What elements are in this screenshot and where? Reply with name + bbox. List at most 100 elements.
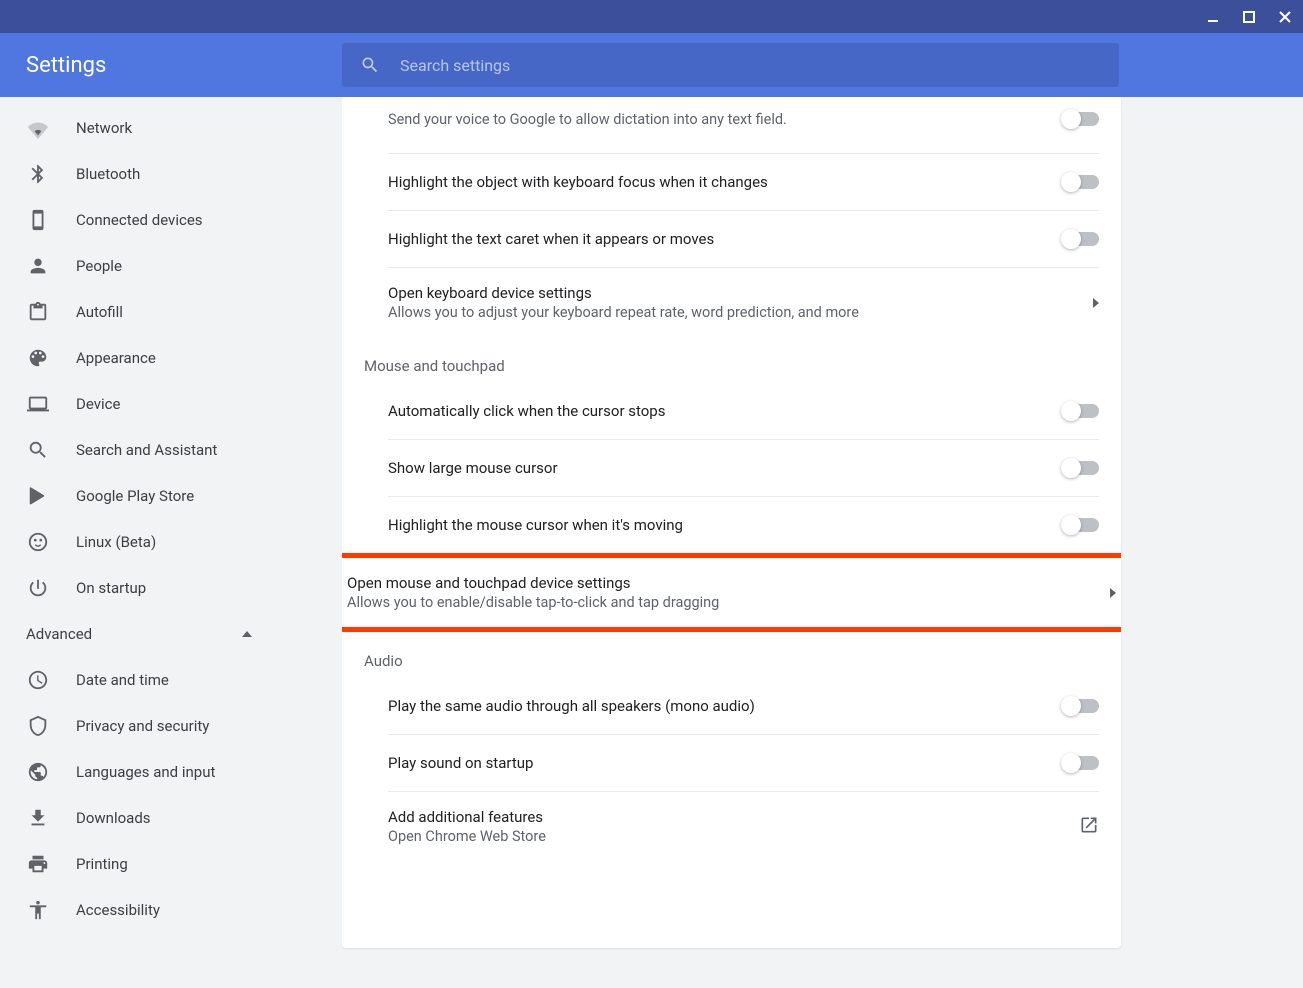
setting-large-cursor[interactable]: Show large mouse cursor — [342, 440, 1121, 496]
setting-title: Add additional features — [388, 808, 546, 826]
toggle-large-cursor[interactable] — [1063, 461, 1099, 475]
wifi-icon — [26, 116, 50, 140]
sidebar-item-network[interactable]: Network — [0, 105, 342, 151]
chevron-up-icon — [242, 631, 252, 637]
setting-title: Play the same audio through all speakers… — [388, 697, 755, 715]
sidebar-item-label: Search and Assistant — [76, 441, 217, 459]
setting-auto-click[interactable]: Automatically click when the cursor stop… — [342, 383, 1121, 439]
chevron-right-icon — [1093, 298, 1099, 308]
close-button[interactable] — [1275, 7, 1295, 27]
setting-subtitle: Send your voice to Google to allow dicta… — [388, 111, 787, 128]
section-heading-audio: Audio — [342, 632, 1121, 678]
setting-title: Open keyboard device settings — [388, 284, 859, 302]
setting-title: Highlight the mouse cursor when it's mov… — [388, 516, 683, 534]
clipboard-icon — [26, 300, 50, 324]
setting-title: Play sound on startup — [388, 754, 533, 772]
shield-icon — [26, 714, 50, 738]
sidebar-advanced-toggle[interactable]: Advanced — [0, 611, 342, 657]
app-header: Settings — [0, 33, 1303, 97]
external-link-icon — [1079, 815, 1099, 839]
window-titlebar — [0, 0, 1303, 33]
setting-mono-audio[interactable]: Play the same audio through all speakers… — [342, 678, 1121, 734]
setting-focus-highlight[interactable]: Highlight the object with keyboard focus… — [342, 154, 1121, 210]
sidebar-item-search-assistant[interactable]: Search and Assistant — [0, 427, 342, 473]
sidebar-item-label: Appearance — [76, 349, 156, 367]
setting-dictation[interactable]: Send your voice to Google to allow dicta… — [342, 97, 1121, 153]
sidebar-item-connected-devices[interactable]: Connected devices — [0, 197, 342, 243]
annotation-highlight: Open mouse and touchpad device settings … — [342, 553, 1121, 632]
sidebar-item-label: Date and time — [76, 671, 169, 689]
sidebar-item-label: Linux (Beta) — [76, 533, 156, 551]
toggle-startup-sound[interactable] — [1063, 756, 1099, 770]
open-keyboard-settings[interactable]: Open keyboard device settings Allows you… — [342, 268, 1121, 337]
sidebar-item-autofill[interactable]: Autofill — [0, 289, 342, 335]
setting-title: Highlight the text caret when it appears… — [388, 230, 714, 248]
setting-subtitle: Allows you to adjust your keyboard repea… — [388, 304, 859, 321]
sidebar-item-label: Accessibility — [76, 901, 160, 919]
sidebar-item-people[interactable]: People — [0, 243, 342, 289]
bluetooth-icon — [26, 162, 50, 186]
setting-title: Open mouse and touchpad device settings — [347, 574, 719, 592]
sidebar-item-label: Printing — [76, 855, 128, 873]
open-mouse-settings[interactable]: Open mouse and touchpad device settings … — [347, 558, 1116, 627]
sidebar-item-date-time[interactable]: Date and time — [0, 657, 342, 703]
setting-caret-highlight[interactable]: Highlight the text caret when it appears… — [342, 211, 1121, 267]
toggle-dictation[interactable] — [1063, 112, 1099, 126]
sidebar-item-label: Connected devices — [76, 211, 203, 229]
sidebar: Network Bluetooth Connected devices Peop… — [0, 97, 342, 988]
globe-icon — [26, 760, 50, 784]
sidebar-item-label: Google Play Store — [76, 487, 194, 505]
search-icon — [360, 55, 380, 75]
sidebar-item-printing[interactable]: Printing — [0, 841, 342, 887]
toggle-cursor-highlight[interactable] — [1063, 518, 1099, 532]
sidebar-item-label: People — [76, 257, 122, 275]
accessibility-icon — [26, 898, 50, 922]
sidebar-item-privacy[interactable]: Privacy and security — [0, 703, 342, 749]
setting-title: Show large mouse cursor — [388, 459, 558, 477]
search-field-wrap[interactable] — [342, 43, 1119, 87]
open-chrome-web-store[interactable]: Add additional features Open Chrome Web … — [342, 792, 1121, 861]
sidebar-item-label: Autofill — [76, 303, 123, 321]
sidebar-item-startup[interactable]: On startup — [0, 565, 342, 611]
sidebar-item-label: On startup — [76, 579, 146, 597]
maximize-button[interactable] — [1239, 7, 1259, 27]
section-heading-mouse: Mouse and touchpad — [342, 337, 1121, 383]
laptop-icon — [26, 392, 50, 416]
sidebar-item-play-store[interactable]: Google Play Store — [0, 473, 342, 519]
sidebar-item-label: Network — [76, 119, 132, 137]
main-content: Send your voice to Google to allow dicta… — [342, 97, 1303, 988]
toggle-auto-click[interactable] — [1063, 404, 1099, 418]
palette-icon — [26, 346, 50, 370]
setting-subtitle: Open Chrome Web Store — [388, 828, 546, 845]
toggle-mono-audio[interactable] — [1063, 699, 1099, 713]
sidebar-item-label: Bluetooth — [76, 165, 140, 183]
download-icon — [26, 806, 50, 830]
sidebar-item-linux[interactable]: Linux (Beta) — [0, 519, 342, 565]
sidebar-item-appearance[interactable]: Appearance — [0, 335, 342, 381]
search-input[interactable] — [400, 56, 1101, 75]
toggle-focus-highlight[interactable] — [1063, 175, 1099, 189]
setting-subtitle: Allows you to enable/disable tap-to-clic… — [347, 594, 719, 611]
search-icon — [26, 438, 50, 462]
sidebar-item-label: Privacy and security — [76, 717, 209, 735]
sidebar-item-device[interactable]: Device — [0, 381, 342, 427]
clock-icon — [26, 668, 50, 692]
linux-icon — [26, 530, 50, 554]
sidebar-item-languages[interactable]: Languages and input — [0, 749, 342, 795]
sidebar-item-accessibility[interactable]: Accessibility — [0, 887, 342, 933]
setting-cursor-highlight[interactable]: Highlight the mouse cursor when it's mov… — [342, 497, 1121, 553]
chevron-right-icon — [1110, 588, 1116, 598]
settings-card: Send your voice to Google to allow dicta… — [342, 97, 1121, 948]
sidebar-item-label: Languages and input — [76, 763, 215, 781]
toggle-caret-highlight[interactable] — [1063, 232, 1099, 246]
advanced-label: Advanced — [26, 625, 92, 643]
sidebar-item-bluetooth[interactable]: Bluetooth — [0, 151, 342, 197]
sidebar-item-downloads[interactable]: Downloads — [0, 795, 342, 841]
power-icon — [26, 576, 50, 600]
setting-title: Automatically click when the cursor stop… — [388, 402, 665, 420]
setting-startup-sound[interactable]: Play sound on startup — [342, 735, 1121, 791]
printer-icon — [26, 852, 50, 876]
sidebar-item-label: Downloads — [76, 809, 151, 827]
minimize-button[interactable] — [1203, 7, 1223, 27]
sidebar-item-label: Device — [76, 395, 120, 413]
